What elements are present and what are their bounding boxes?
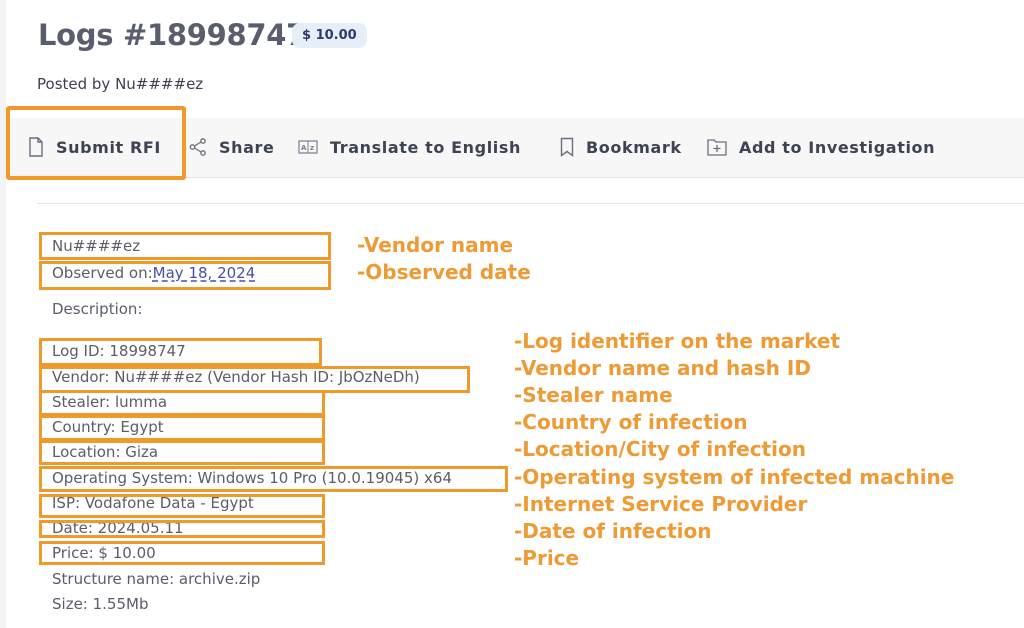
- annotation-observed-date: -Observed date: [357, 260, 531, 284]
- svg-text:A: A: [301, 144, 307, 152]
- highlight-country: [39, 415, 325, 441]
- left-strip: [0, 0, 6, 628]
- annotation-location: -Location/City of infection: [514, 437, 806, 461]
- bookmark-button[interactable]: Bookmark: [560, 136, 682, 158]
- highlight-vendor: [39, 366, 470, 393]
- share-label: Share: [219, 137, 275, 157]
- annotation-os: -Operating system of infected machine: [514, 465, 955, 489]
- highlight-isp: [39, 494, 325, 518]
- svg-text:z: z: [310, 144, 315, 152]
- highlight-stealer: [39, 390, 325, 416]
- share-button[interactable]: Share: [189, 136, 274, 158]
- price-badge: $ 10.00: [292, 23, 367, 48]
- description-label: Description:: [52, 300, 143, 318]
- annotation-vendor-name: -Vendor name: [357, 233, 514, 257]
- translate-button[interactable]: Az Translate to English: [298, 136, 521, 158]
- highlight-date: [39, 520, 325, 538]
- annotation-country: -Country of infection: [514, 410, 748, 434]
- annotation-price: -Price: [514, 546, 580, 570]
- page-title: Logs #18998747: [38, 18, 307, 52]
- translate-icon: Az: [298, 140, 318, 154]
- submit-rfi-highlight: [6, 106, 186, 180]
- highlight-price: [39, 541, 325, 565]
- share-icon: [189, 138, 206, 156]
- highlight-location: [39, 440, 325, 465]
- add-to-investigation-button[interactable]: Add to Investigation: [707, 136, 935, 158]
- annotation-vendor: -Vendor name and hash ID: [514, 356, 811, 380]
- bookmark-icon: [560, 137, 574, 157]
- add-to-investigation-label: Add to Investigation: [739, 137, 936, 157]
- annotation-isp: -Internet Service Provider: [514, 492, 808, 516]
- annotation-stealer: -Stealer name: [514, 383, 673, 407]
- highlight-observed-date: [39, 261, 331, 290]
- annotation-log-id: -Log identifier on the market: [514, 329, 841, 353]
- posted-by: Posted by Nu####ez: [37, 75, 204, 93]
- divider: [37, 203, 1024, 204]
- bookmark-label: Bookmark: [586, 137, 682, 157]
- highlight-log-id: [39, 338, 322, 366]
- highlight-vendor-name: [39, 232, 331, 260]
- highlight-os: [39, 466, 508, 492]
- size-field: Size: 1.55Mb: [52, 595, 149, 613]
- structure-name-field: Structure name: archive.zip: [52, 570, 261, 588]
- folder-plus-icon: [707, 139, 727, 156]
- translate-label: Translate to English: [330, 137, 521, 157]
- annotation-date: -Date of infection: [514, 519, 712, 543]
